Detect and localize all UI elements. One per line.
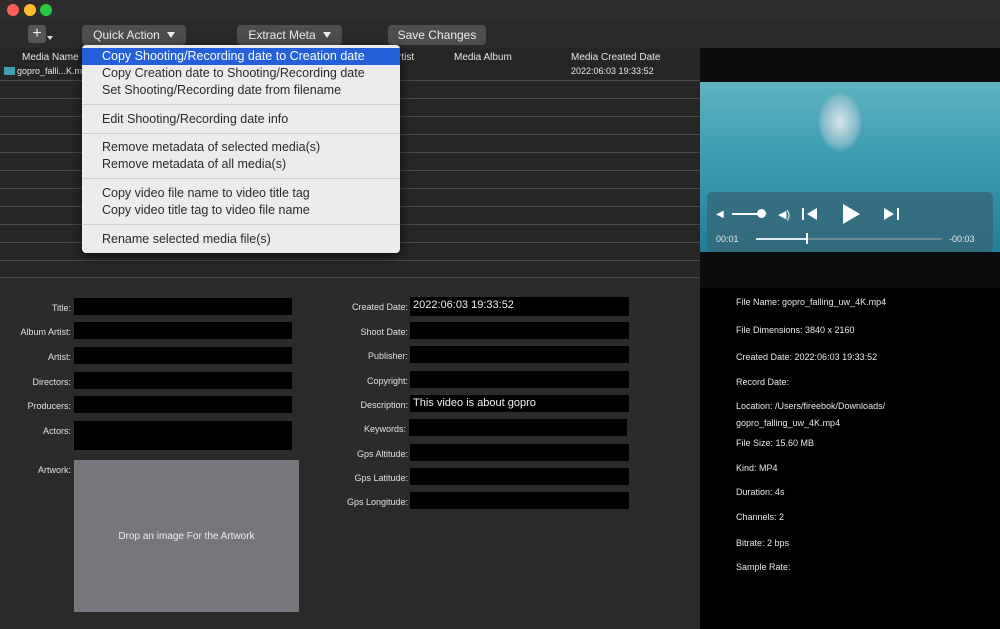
file-info-panel	[700, 288, 1000, 629]
publisher-field[interactable]	[410, 346, 629, 363]
video-thumbnail-icon	[4, 67, 15, 75]
label-actors: Actors:	[42, 426, 71, 436]
artist-field[interactable]	[74, 347, 292, 364]
column-header-media-album[interactable]: Media Album	[454, 52, 512, 63]
actors-field[interactable]	[74, 421, 292, 450]
title-field[interactable]	[74, 298, 292, 315]
label-copyright: Copyright:	[366, 376, 408, 386]
quick-action-button[interactable]: Quick Action	[82, 25, 186, 45]
label-shoot-date: Shoot Date:	[360, 327, 408, 337]
label-artist: Artist:	[47, 352, 71, 362]
menu-separator	[82, 104, 400, 105]
menu-item-copy-creation-to-shooting[interactable]: Copy Creation date to Shooting/Recording…	[82, 65, 400, 82]
label-producers: Producers:	[27, 401, 71, 411]
label-created-date: Created Date:	[351, 302, 408, 312]
copyright-field[interactable]	[410, 371, 629, 388]
info-bitrate: Bitrate: 2 bps	[736, 538, 790, 548]
save-changes-button[interactable]: Save Changes	[388, 25, 486, 45]
progress-fill	[756, 238, 807, 240]
quick-action-label: Quick Action	[93, 28, 160, 42]
menu-item-copy-shooting-to-creation[interactable]: Copy Shooting/Recording date to Creation…	[82, 48, 400, 65]
info-location-continued: gopro_falling_uw_4K.mp4	[736, 418, 841, 428]
menu-separator	[82, 178, 400, 179]
artwork-drop-zone[interactable]: Drop an image For the Artwork	[74, 460, 299, 612]
label-gps-longitude: Gps Longitude:	[346, 497, 408, 507]
gps-longitude-field[interactable]	[410, 492, 629, 509]
info-location: Location: /Users/fireebok/Downloads/	[736, 401, 886, 411]
volume-low-icon[interactable]: ◀	[716, 209, 724, 220]
add-dropdown-icon[interactable]	[47, 36, 53, 40]
quick-action-menu: Copy Shooting/Recording date to Creation…	[82, 45, 400, 253]
chevron-down-icon	[166, 32, 175, 38]
row-divider	[0, 277, 700, 278]
info-kind: Kind: MP4	[736, 463, 778, 473]
skip-back-icon[interactable]	[801, 207, 819, 221]
info-created-date: Created Date: 2022:06:03 19:33:52	[736, 352, 878, 362]
label-description: Description:	[360, 400, 408, 410]
description-field[interactable]: This video is about gopro	[410, 395, 629, 412]
menu-separator	[82, 133, 400, 134]
extract-meta-button[interactable]: Extract Meta	[237, 25, 342, 45]
directors-field[interactable]	[74, 372, 292, 389]
elapsed-time: 00:01	[716, 234, 739, 244]
artwork-placeholder: Drop an image For the Artwork	[118, 530, 255, 542]
add-media-button[interactable]: +	[28, 25, 46, 43]
label-keywords: Keywords:	[363, 424, 406, 434]
info-file-name: File Name: gopro_falling_uw_4K.mp4	[736, 297, 887, 307]
info-record-date: Record Date:	[736, 377, 790, 387]
row-divider	[0, 260, 700, 261]
gps-altitude-field[interactable]	[410, 444, 629, 461]
info-channels: Channels: 2	[736, 512, 785, 522]
label-publisher: Publisher:	[367, 351, 408, 361]
menu-item-edit-date-info[interactable]: Edit Shooting/Recording date info	[82, 111, 400, 128]
label-title: Title:	[51, 303, 71, 313]
label-album-artist: Album Artist:	[20, 327, 71, 337]
close-window-button[interactable]	[7, 4, 19, 16]
play-icon[interactable]	[841, 203, 861, 225]
menu-item-set-date-from-filename[interactable]: Set Shooting/Recording date from filenam…	[82, 82, 400, 99]
menu-item-remove-all-metadata[interactable]: Remove metadata of all media(s)	[82, 156, 400, 173]
skip-forward-icon[interactable]	[882, 207, 900, 221]
info-sample-rate: Sample Rate:	[736, 562, 791, 572]
created-date-field[interactable]: 2022:06:03 19:33:52	[410, 297, 629, 316]
column-header-media-created-date[interactable]: Media Created Date	[571, 52, 661, 63]
info-duration: Duration: 4s	[736, 487, 785, 497]
shoot-date-field[interactable]	[410, 322, 629, 339]
progress-playhead[interactable]	[806, 233, 809, 244]
keywords-field[interactable]	[409, 419, 627, 436]
label-gps-latitude: Gps Latitude:	[354, 473, 408, 483]
producers-field[interactable]	[74, 396, 292, 413]
volume-knob[interactable]	[756, 209, 766, 218]
column-header-artist[interactable]: rtist	[398, 52, 414, 63]
remaining-time: -00:03	[949, 234, 975, 244]
menu-item-remove-selected-metadata[interactable]: Remove metadata of selected media(s)	[82, 139, 400, 156]
plus-icon: +	[32, 25, 42, 42]
menu-item-copy-filename-to-title[interactable]: Copy video file name to video title tag	[82, 185, 400, 202]
zoom-window-button[interactable]	[40, 4, 52, 16]
album-artist-field[interactable]	[74, 322, 292, 339]
menu-item-copy-title-to-filename[interactable]: Copy video title tag to video file name	[82, 202, 400, 219]
progress-track[interactable]	[756, 238, 942, 240]
info-dimensions: File Dimensions: 3840 x 2160	[736, 325, 855, 335]
menu-separator	[82, 224, 400, 225]
gps-latitude-field[interactable]	[410, 468, 629, 485]
menu-item-rename-files[interactable]: Rename selected media file(s)	[82, 231, 400, 248]
chevron-down-icon	[322, 32, 331, 38]
label-directors: Directors:	[32, 377, 71, 387]
info-file-size: File Size: 15.60 MB	[736, 438, 815, 448]
volume-high-icon[interactable]: ◀)	[778, 208, 790, 221]
column-header-media-name[interactable]: Media Name	[22, 52, 79, 63]
row-media-name: gopro_falli...K.mp	[17, 66, 88, 76]
label-artwork: Artwork:	[37, 465, 71, 475]
minimize-window-button[interactable]	[24, 4, 36, 16]
title-bar	[0, 0, 1000, 18]
extract-meta-label: Extract Meta	[248, 28, 316, 42]
label-gps-altitude: Gps Altitude:	[356, 449, 408, 459]
row-media-created-date: 2022:06:03 19:33:52	[571, 66, 654, 76]
